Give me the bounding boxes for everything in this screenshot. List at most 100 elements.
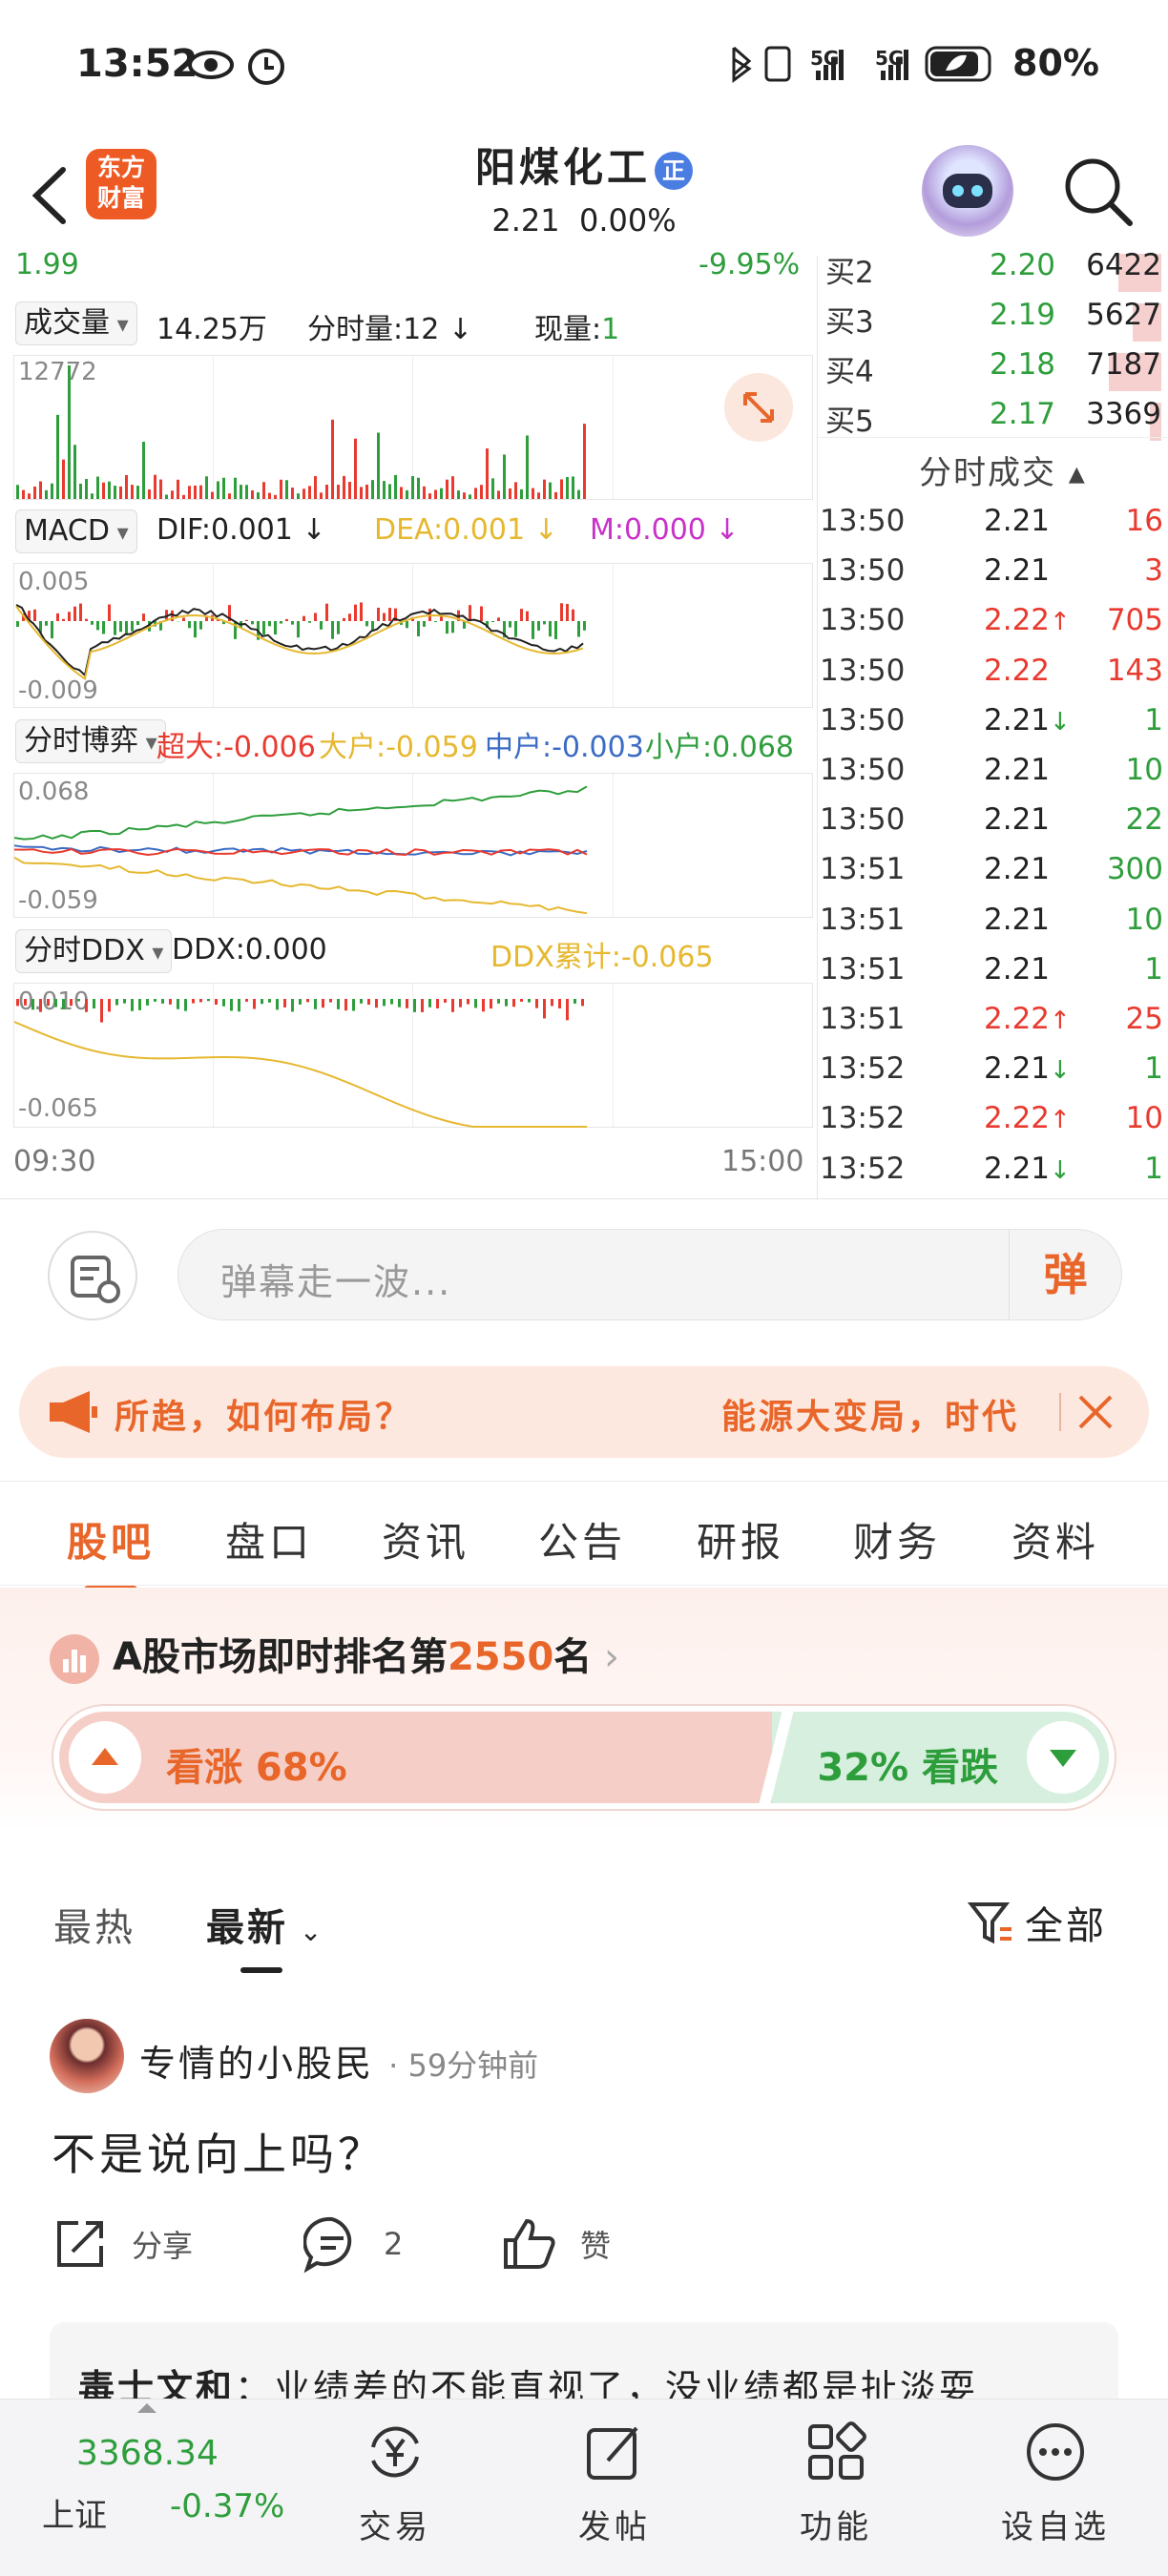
news-ticker[interactable]: 所趋，如何布局？ 能源大变局，时代 <box>19 1366 1149 1458</box>
macd-bar <box>68 612 71 621</box>
volume-bar <box>337 485 340 499</box>
trade-time: 13:51 <box>820 1002 906 1036</box>
game-small: 小户:0.068 <box>645 731 794 764</box>
macd-selector[interactable]: MACD <box>15 509 137 553</box>
share-button[interactable]: 分享 <box>52 2215 193 2273</box>
volume-bar <box>199 485 202 499</box>
tab-guba[interactable]: 股吧 <box>67 1510 155 1593</box>
ddx-bar <box>138 999 141 1010</box>
filter-label: 全部 <box>1025 1904 1107 1948</box>
index-value[interactable]: 3368.34 <box>76 2434 219 2473</box>
orderbook-row: 买2 2.20 6422 <box>818 248 1168 298</box>
post-body[interactable]: 不是说向上吗？ <box>52 2120 386 2183</box>
volume-bar <box>434 489 437 499</box>
volume-bar <box>16 485 19 499</box>
volume-selector[interactable]: 成交量 <box>15 301 137 345</box>
volume-bar <box>262 482 265 499</box>
nav-post[interactable]: 发帖 <box>548 2419 681 2547</box>
intraday-chart[interactable]: 1.99 -9.95% 成交量 14.25万 分时量:12 ↓ 现量:1 127… <box>0 248 813 1200</box>
volume-value: 14.25万 <box>156 313 267 346</box>
search-icon[interactable] <box>1061 155 1136 229</box>
sort-hot[interactable]: 最热 <box>53 1897 136 1952</box>
volume-bar <box>302 488 305 499</box>
danmu-input[interactable]: 弹幕走一波... 弹 <box>177 1229 1122 1320</box>
trade-time: 13:50 <box>820 702 906 737</box>
macd-bar <box>325 603 328 621</box>
comment-button[interactable]: 2 <box>303 2215 403 2273</box>
bearish-label: 32% 看跌 <box>817 1746 998 1790</box>
macd-bar <box>497 617 500 621</box>
close-icon[interactable] <box>1074 1391 1116 1433</box>
tab-financials[interactable]: 财务 <box>853 1510 941 1568</box>
volume-bar <box>280 479 282 499</box>
macd-bar <box>280 621 282 624</box>
ddx-bar <box>230 999 233 1011</box>
ddx-bar <box>123 999 126 1004</box>
trade-time: 13:52 <box>820 1051 906 1087</box>
volume-bar <box>583 424 586 499</box>
volume-bar <box>251 489 254 499</box>
bullish-segment[interactable]: 看涨 68% <box>59 1712 776 1803</box>
danmu-send-button[interactable]: 弹 <box>1009 1230 1121 1319</box>
ddx-bar <box>77 999 80 1002</box>
volume-bar <box>62 459 65 499</box>
filter-button[interactable]: 全部 <box>968 1895 1107 1950</box>
market-ranking[interactable]: A股市场即时排名第2550名 › <box>50 1626 619 1686</box>
volume-bar <box>480 485 483 499</box>
trade-time: 13:50 <box>820 553 906 589</box>
post-author[interactable]: 专情的小股民 <box>139 2043 374 2085</box>
macd-bar <box>125 621 128 635</box>
sort-latest[interactable]: 最新 ⌄ <box>206 1897 324 1952</box>
index-change[interactable]: -0.37% <box>170 2487 284 2525</box>
tab-announcements[interactable]: 公告 <box>538 1510 626 1568</box>
volume-bar <box>308 486 311 499</box>
volume-bar <box>331 419 334 499</box>
volume-bar <box>56 414 59 499</box>
bearish-button[interactable] <box>1027 1721 1099 1794</box>
tab-research[interactable]: 研报 <box>697 1510 784 1568</box>
macd-bar <box>85 618 88 621</box>
danmu-settings-button[interactable] <box>48 1231 137 1320</box>
volume-bar <box>543 479 546 499</box>
post-avatar[interactable] <box>50 2019 124 2093</box>
volume-bar <box>388 484 391 499</box>
volume-bar <box>469 494 471 499</box>
like-button[interactable]: 赞 <box>500 2215 611 2273</box>
trade-price: 2.21 <box>984 553 1051 589</box>
volume-bar <box>343 475 345 499</box>
ddx-selector[interactable]: 分时DDX <box>15 929 173 973</box>
bottom-nav: 3368.34 上证 -0.37% 交易 发帖 功能 设自选 <box>0 2399 1168 2576</box>
macd-bar <box>406 621 408 629</box>
trades-title[interactable]: 分时成交 ▴ <box>919 447 1087 493</box>
macd-bar <box>62 618 65 621</box>
macd-bar <box>537 621 540 631</box>
game-selector[interactable]: 分时博弈 <box>15 719 166 763</box>
volume-bar <box>394 474 397 499</box>
expand-button[interactable] <box>724 373 793 442</box>
macd-bar <box>572 609 574 621</box>
macd-bar <box>234 621 237 639</box>
volume-bar <box>497 490 500 499</box>
grid-icon <box>808 2421 866 2480</box>
macd-bar <box>526 611 529 621</box>
nav-add-watchlist[interactable]: 设自选 <box>989 2419 1122 2547</box>
macd-bar <box>194 621 197 638</box>
macd-bar <box>469 605 471 621</box>
status-time: 13:52 <box>76 42 198 86</box>
bullish-button[interactable] <box>69 1721 141 1794</box>
nav-functions[interactable]: 功能 <box>769 2419 903 2547</box>
macd-bar <box>91 621 94 625</box>
ranking-section: A股市场即时排名第2550名 › 看涨 68% 32% 看跌 <box>0 1588 1168 1832</box>
nav-trade[interactable]: 交易 <box>328 2419 462 2547</box>
trade-volume: 10 <box>1125 1101 1163 1136</box>
orderbook-level: 买4 <box>825 355 874 389</box>
index-name[interactable]: 上证 <box>42 2489 107 2536</box>
tab-profile[interactable]: 资料 <box>1012 1510 1099 1568</box>
tab-pankou[interactable]: 盘口 <box>225 1510 313 1568</box>
volume-bar <box>268 492 271 499</box>
ddx-bar <box>291 999 294 1012</box>
bearish-segment[interactable]: 32% 看跌 <box>772 1712 1109 1803</box>
ddx-bar <box>360 999 363 1004</box>
tab-news[interactable]: 资讯 <box>382 1510 469 1568</box>
assistant-bot-avatar[interactable] <box>922 145 1013 237</box>
